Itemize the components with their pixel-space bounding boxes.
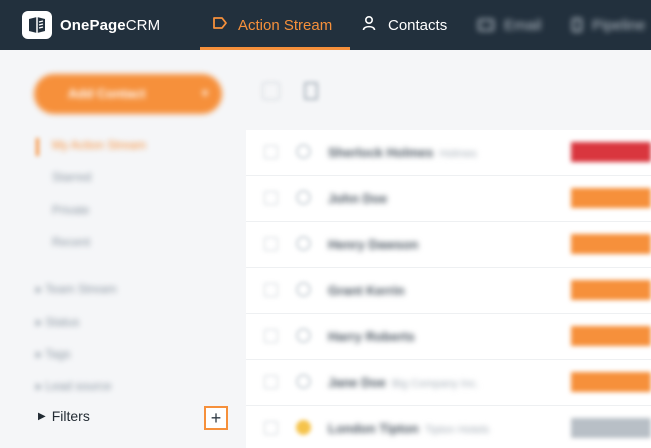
nav-tab-pipeline[interactable]: Pipeline (572, 0, 645, 50)
active-link-indicator (36, 138, 39, 156)
contact-name: Jane Doe Big Company Inc. (328, 375, 479, 390)
table-row[interactable]: Sherlock Holmes Holmes (246, 130, 651, 176)
action-stream-icon (212, 16, 228, 34)
action-stream-list: Sherlock Holmes Holmes John Doe Henry Daw… (246, 50, 651, 448)
sidebar-group-status[interactable]: ▸ Status (36, 315, 79, 329)
row-checkbox[interactable] (264, 283, 278, 297)
chevron-down-icon: ▾ (201, 86, 208, 100)
nav-tab-contacts[interactable]: Contacts (362, 0, 447, 50)
app-logo[interactable]: OnePageCRM (22, 11, 160, 39)
sidebar: Add Contact ▾ My Action Stream Starred P… (0, 50, 246, 448)
row-checkbox[interactable] (264, 191, 278, 205)
select-all-checkbox[interactable] (262, 82, 280, 100)
row-checkbox[interactable] (264, 237, 278, 251)
sidebar-group-label: Lead source (45, 379, 112, 393)
nav-tab-label: Pipeline (592, 16, 646, 34)
trash-icon[interactable] (304, 82, 318, 100)
sidebar-link-my-action-stream[interactable]: My Action Stream (52, 138, 146, 152)
star-icon[interactable] (296, 190, 311, 205)
caret-right-icon: ▶ (38, 410, 46, 422)
row-checkbox[interactable] (264, 145, 278, 159)
table-row[interactable]: John Doe (246, 176, 651, 222)
table-row[interactable]: Harry Roberts (246, 314, 651, 360)
sidebar-group-label: Status (45, 315, 80, 329)
plus-icon: + (210, 408, 222, 428)
contact-name: John Doe (328, 191, 388, 206)
nav-tab-label: Contacts (388, 16, 448, 34)
contact-name: Sherlock Holmes Holmes (328, 145, 477, 160)
person-icon (362, 15, 376, 35)
sidebar-group-label: Team Stream (45, 282, 117, 296)
filters-label: Filters (51, 408, 90, 424)
sidebar-group-tags[interactable]: ▸ Tags (36, 347, 71, 361)
onepage-logo-icon (22, 11, 52, 39)
top-navbar: OnePageCRM Action Stream Contacts Email … (0, 0, 651, 50)
contact-name: Henry Dawson (328, 237, 419, 252)
sidebar-group-filters[interactable]: ▶ Filters (38, 408, 90, 424)
nav-tab-action-stream[interactable]: Action Stream (200, 0, 350, 50)
email-icon (478, 19, 494, 31)
table-row[interactable]: London Tipton Tipton Hotels (246, 406, 651, 448)
star-icon[interactable] (296, 374, 311, 389)
star-icon[interactable] (296, 420, 311, 435)
star-icon[interactable] (296, 328, 311, 343)
status-badge (571, 234, 651, 254)
status-badge (571, 372, 651, 392)
sidebar-group-lead-source[interactable]: ▸ Lead source (36, 379, 111, 393)
star-icon[interactable] (296, 144, 311, 159)
sidebar-link-starred[interactable]: Starred (52, 170, 91, 184)
status-badge (571, 326, 651, 346)
pipeline-icon (572, 18, 582, 32)
row-checkbox[interactable] (264, 375, 278, 389)
star-icon[interactable] (296, 282, 311, 297)
status-badge (571, 188, 651, 208)
contact-name: Harry Roberts (328, 329, 415, 344)
status-badge (571, 142, 651, 162)
contact-name: Grant Kerrin (328, 283, 405, 298)
nav-tab-label: Action Stream (238, 16, 333, 34)
table-row[interactable]: Grant Kerrin (246, 268, 651, 314)
status-badge (571, 280, 651, 300)
add-filter-button[interactable]: + (204, 406, 228, 430)
add-contact-label: Add Contact (68, 86, 146, 101)
logo-text: OnePageCRM (60, 16, 161, 34)
add-contact-button[interactable]: Add Contact ▾ (34, 74, 222, 114)
sidebar-group-team-stream[interactable]: ▸ Team Stream (36, 282, 117, 296)
sidebar-group-label: Tags (45, 347, 71, 361)
sidebar-link-private[interactable]: Private (52, 203, 89, 217)
nav-tab-email[interactable]: Email (478, 0, 542, 50)
status-badge (571, 418, 651, 438)
star-icon[interactable] (296, 236, 311, 251)
nav-tab-label: Email (504, 16, 542, 34)
row-checkbox[interactable] (264, 329, 278, 343)
table-row[interactable]: Henry Dawson (246, 222, 651, 268)
sidebar-link-recent[interactable]: Recent (52, 235, 90, 249)
table-row[interactable]: Jane Doe Big Company Inc. (246, 360, 651, 406)
row-checkbox[interactable] (264, 421, 278, 435)
contact-name: London Tipton Tipton Hotels (328, 421, 490, 436)
